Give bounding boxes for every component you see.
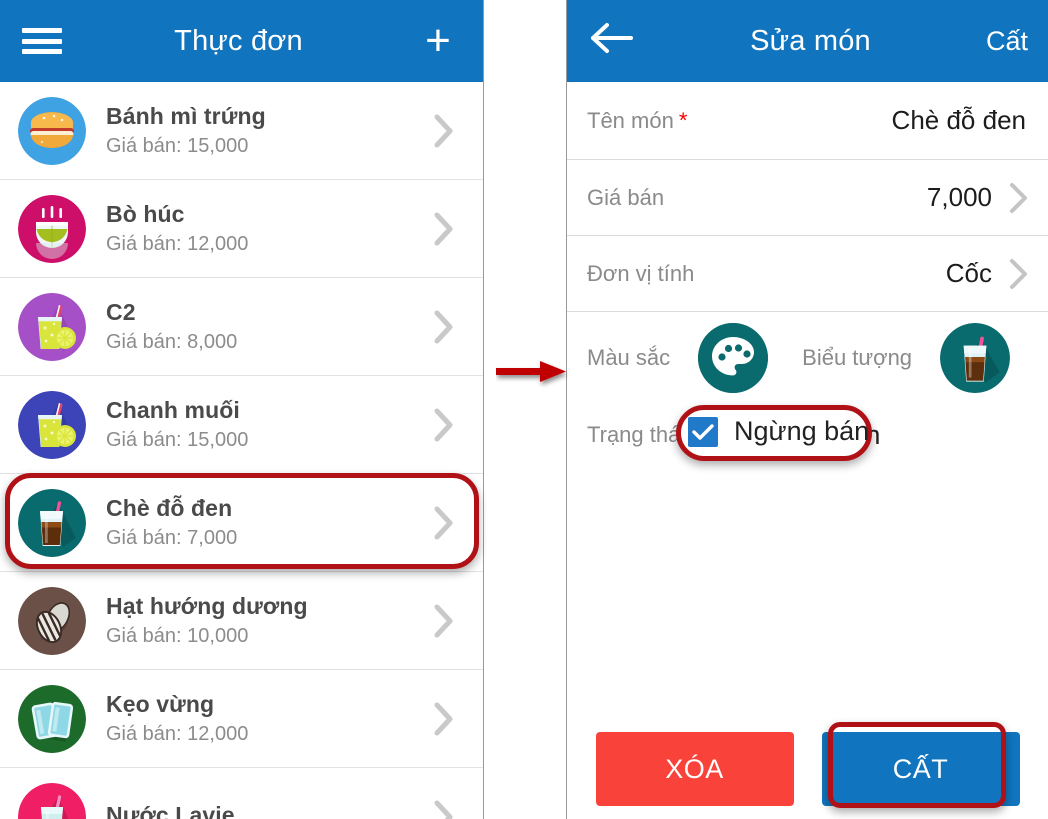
field-row-price[interactable]: Giá bán 7,000 <box>567 160 1048 236</box>
field-label-price: Giá bán <box>587 184 665 210</box>
list-item-texts: Chanh muối Giá bán: 15,000 <box>106 396 431 453</box>
field-label-unit: Đơn vị tính <box>587 260 695 286</box>
row-color-and-symbol: Màu sắc Biểu tượng <box>567 312 1048 404</box>
list-item-title: Nước Lavie <box>106 801 235 819</box>
hamburger-menu-icon[interactable] <box>22 28 62 54</box>
bottom-button-bar: XÓA CẤT <box>567 719 1048 819</box>
list-item-price: Giá bán: 7,000 <box>106 527 238 549</box>
list-item-title: Bánh mì trứng <box>106 103 266 129</box>
menu-item-list: Bánh mì trứng Giá bán: 15,000 Bò húc Giá b… <box>0 82 483 819</box>
screenshot-stage: Thực đơn + Bánh mì trứng Giá bán: 15,000 … <box>0 0 1048 819</box>
delete-button[interactable]: XÓA <box>595 732 794 806</box>
chevron-right-icon <box>431 503 457 543</box>
tea-bowl-icon <box>18 194 86 263</box>
field-label-color: Màu sắc <box>587 345 671 370</box>
list-item-title: Hạt hướng dương <box>106 593 308 619</box>
menu-list-screen: Thực đơn + Bánh mì trứng Giá bán: 15,000 … <box>0 0 484 819</box>
water-glass-icon <box>18 782 86 819</box>
list-item[interactable]: Nước Lavie <box>0 768 483 819</box>
save-button[interactable]: CẤT <box>821 732 1020 806</box>
chevron-right-icon <box>431 405 457 445</box>
field-row-name[interactable]: Tên món * Chè đỗ đen <box>567 82 1048 160</box>
lemonade-icon <box>18 390 86 459</box>
chevron-right-icon <box>431 699 457 739</box>
field-label-symbol: Biểu tượng <box>802 345 913 370</box>
list-item-price: Giá bán: 12,000 <box>106 233 249 255</box>
edit-item-screen: Sửa món Cất Tên món * Chè đỗ đen Giá bán… <box>566 0 1048 819</box>
list-item-price: Giá bán: 15,000 <box>106 429 249 451</box>
list-item-title: Bò húc <box>106 201 185 227</box>
field-value-name: Chè đỗ đen <box>891 105 1026 135</box>
right-appbar: Sửa món Cất <box>567 0 1048 82</box>
chevron-right-icon <box>431 209 457 249</box>
sunflower-seed-icon <box>18 586 86 655</box>
chevron-right-icon <box>431 111 457 151</box>
field-label-status: Trạng thái <box>587 422 686 447</box>
chevron-right-icon <box>431 601 457 641</box>
field-row-unit[interactable]: Đơn vị tính Cốc <box>567 236 1048 312</box>
back-arrow-icon[interactable] <box>589 21 635 61</box>
list-item-title: Chè đỗ đen <box>106 495 233 521</box>
symbol-iced-coffee-icon[interactable] <box>940 323 1011 393</box>
list-item-price: Giá bán: 8,000 <box>106 331 238 353</box>
stop-selling-label-highlighted: Ngừng bán <box>734 416 870 446</box>
list-item-price: Giá bán: 10,000 <box>106 625 249 647</box>
left-appbar: Thực đơn + <box>0 0 483 82</box>
list-item[interactable]: Kẹo vừng Giá bán: 12,000 <box>0 670 483 768</box>
chevron-right-icon <box>1008 257 1030 291</box>
color-palette-icon[interactable] <box>698 323 769 393</box>
list-item-price: Giá bán: 12,000 <box>106 723 249 745</box>
list-item-title: C2 <box>106 299 136 325</box>
chevron-right-icon <box>431 307 457 347</box>
list-item[interactable]: C2 Giá bán: 8,000 <box>0 278 483 376</box>
list-item[interactable]: Chanh muối Giá bán: 15,000 <box>0 376 483 474</box>
highlighted-checkbox-content[interactable]: Ngừng bán <box>688 416 869 447</box>
list-item[interactable]: Bánh mì trứng Giá bán: 15,000 <box>0 82 483 180</box>
red-right-arrow <box>496 358 568 393</box>
list-item-title: Chanh muối <box>106 397 240 423</box>
field-value-unit: Cốc <box>945 258 992 288</box>
page-title: Thực đơn <box>174 24 303 57</box>
list-item-title: Kẹo vừng <box>106 691 215 717</box>
sandwich-icon <box>18 96 86 165</box>
plus-icon[interactable]: + <box>415 19 461 63</box>
save-text-button[interactable]: Cất <box>986 26 1028 57</box>
list-item-texts: Bánh mì trứng Giá bán: 15,000 <box>106 102 431 159</box>
list-item-texts: Bò húc Giá bán: 12,000 <box>106 200 431 257</box>
edit-page-title: Sửa món <box>750 24 871 57</box>
field-label-name: Tên món <box>587 107 674 133</box>
list-item-texts: Nước Lavie <box>106 801 431 819</box>
chevron-right-icon <box>431 797 457 819</box>
list-item-texts: Kẹo vừng Giá bán: 12,000 <box>106 690 431 747</box>
list-item-price: Giá bán: 15,000 <box>106 135 249 157</box>
list-item[interactable]: Chè đỗ đen Giá bán: 7,000 <box>0 474 483 572</box>
list-item-texts: Chè đỗ đen Giá bán: 7,000 <box>106 494 431 551</box>
required-asterisk: * <box>678 107 688 133</box>
list-item-texts: C2 Giá bán: 8,000 <box>106 298 431 355</box>
lemonade-icon <box>18 292 86 361</box>
chevron-right-icon <box>1008 181 1030 215</box>
list-item[interactable]: Bò húc Giá bán: 12,000 <box>0 180 483 278</box>
list-item[interactable]: Hạt hướng dương Giá bán: 10,000 <box>0 572 483 670</box>
field-value-price: 7,000 <box>926 182 992 212</box>
candy-icon <box>18 684 86 753</box>
list-item-texts: Hạt hướng dương Giá bán: 10,000 <box>106 592 431 649</box>
iced-coffee-icon <box>18 488 86 557</box>
stop-selling-checkbox-highlighted[interactable] <box>688 416 718 447</box>
